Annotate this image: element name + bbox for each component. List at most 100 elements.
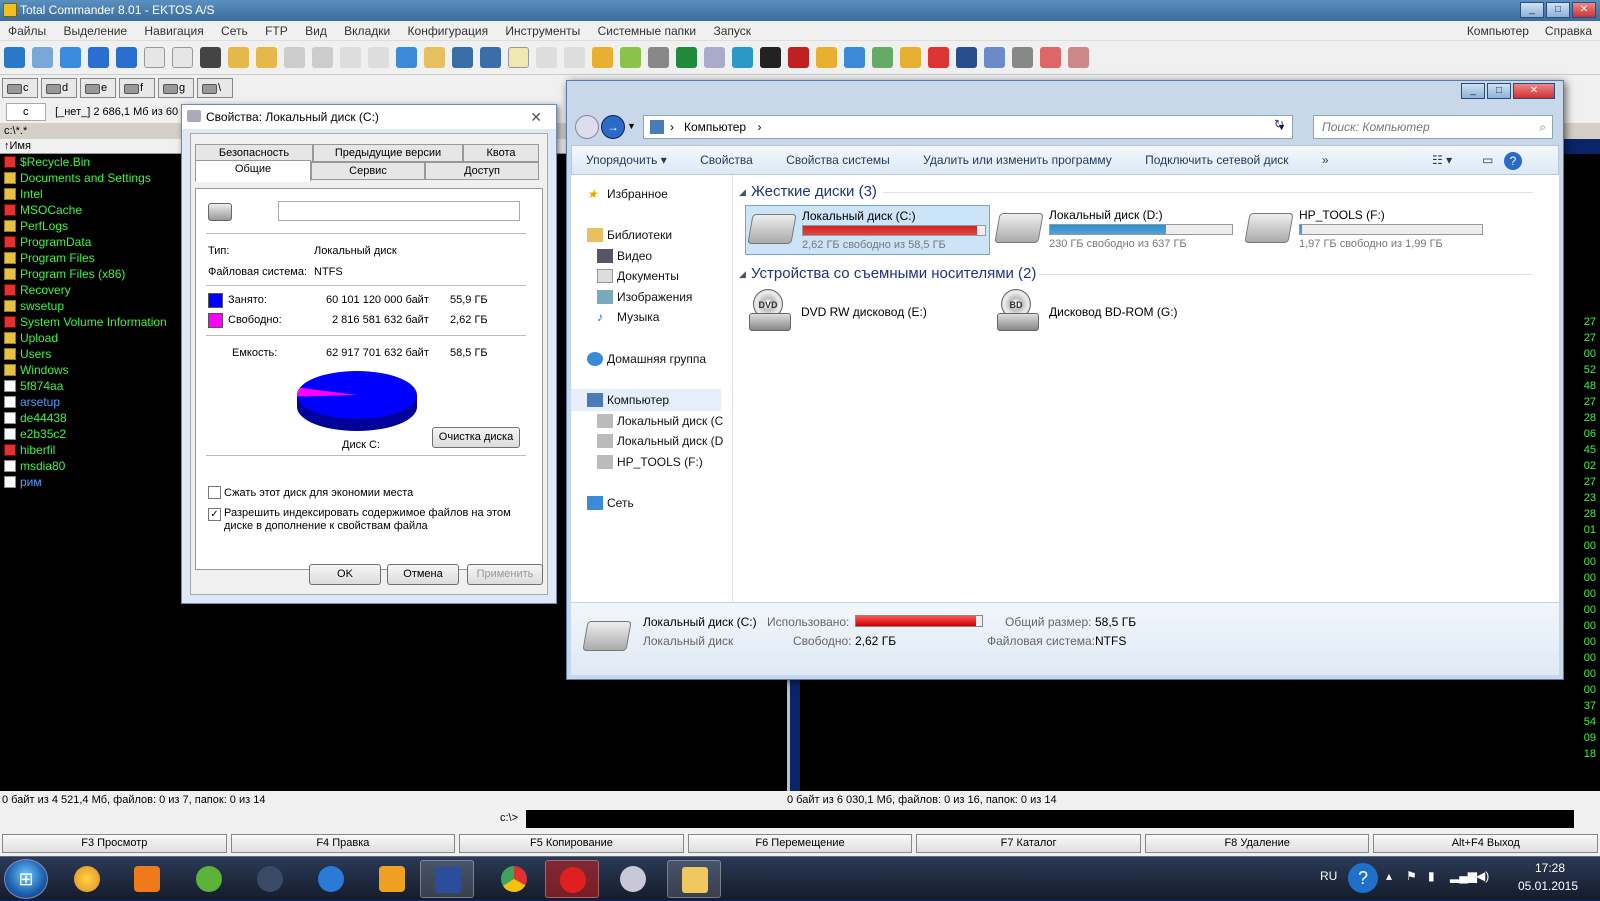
uninstall-program-button[interactable]: Удалить или изменить программу <box>923 153 1112 167</box>
drive-f-button[interactable]: f <box>119 78 155 98</box>
f5-copy-button[interactable]: F5 Копирование <box>459 834 684 853</box>
forward-icon[interactable]: → <box>601 115 625 139</box>
archive-icon[interactable] <box>256 47 277 68</box>
tab-service[interactable]: Сервис <box>311 162 425 180</box>
more-commands-button[interactable]: » <box>1322 153 1329 167</box>
pen-icon[interactable] <box>1012 47 1033 68</box>
taskbar-app-aimp[interactable] <box>365 860 419 898</box>
help-icon[interactable]: ? <box>1504 152 1522 170</box>
collapse-icon[interactable]: ◢ <box>739 187 746 198</box>
pack-icon[interactable] <box>200 47 221 68</box>
power-icon[interactable]: ▮ <box>1428 869 1435 883</box>
nav-favorites[interactable]: ★ Избранное <box>587 187 668 201</box>
menu-system-folders[interactable]: Системные папки <box>598 24 697 38</box>
terminal-icon[interactable] <box>760 47 781 68</box>
nav-libraries[interactable]: Библиотеки <box>587 228 672 242</box>
notepad-icon[interactable] <box>508 47 529 68</box>
tab-previous-versions[interactable]: Предыдущие версии <box>313 144 463 162</box>
drive-tile-g[interactable]: BD Дисковод BD-ROM (G:) <box>993 289 1238 339</box>
f7-mkdir-button[interactable]: F7 Каталог <box>916 834 1141 853</box>
drive-g-button[interactable]: g <box>158 78 194 98</box>
system-properties-button[interactable]: Свойства системы <box>786 153 890 167</box>
nav-documents[interactable]: Документы <box>597 269 679 283</box>
view-options-icon[interactable]: ☷ ▾ <box>1432 146 1452 174</box>
sync-icon[interactable] <box>60 47 81 68</box>
taskbar-app-chrome-style[interactable] <box>60 860 114 898</box>
menu-files[interactable]: Файлы <box>8 24 46 38</box>
drive-combo[interactable]: c <box>6 103 46 121</box>
drive-c-button[interactable]: c <box>2 78 38 98</box>
nav-drive-d[interactable]: Локальный диск (D <box>597 434 723 448</box>
f4-edit-button[interactable]: F4 Правка <box>230 834 456 853</box>
properties-button[interactable]: Свойства <box>700 153 753 167</box>
ftp-icon[interactable] <box>452 47 473 68</box>
menu-tabs[interactable]: Вкладки <box>344 24 390 38</box>
taskbar-app-steam[interactable] <box>243 860 297 898</box>
compare-icon[interactable] <box>424 47 445 68</box>
history-dropdown-icon[interactable]: ▼ <box>627 121 636 131</box>
drive-tile-c[interactable]: Локальный диск (C:) 2,62 ГБ свободно из … <box>745 205 990 255</box>
start-button[interactable]: ⊞ <box>4 859 48 899</box>
drive-e-button[interactable]: e <box>80 78 116 98</box>
calculator-icon[interactable] <box>704 47 725 68</box>
gear-icon[interactable] <box>844 47 865 68</box>
unpack-icon[interactable] <box>228 47 249 68</box>
menu-help[interactable]: Справка <box>1545 21 1592 41</box>
f6-move-button[interactable]: F6 Перемещение <box>687 834 913 853</box>
minimize-button[interactable]: _ <box>1520 2 1544 18</box>
menu-selection[interactable]: Выделение <box>63 24 127 38</box>
tab-quota[interactable]: Квота <box>463 144 539 162</box>
music-icon[interactable] <box>900 47 921 68</box>
nav-drive-c[interactable]: Локальный диск (C <box>597 414 723 428</box>
list-view-icon[interactable] <box>284 47 305 68</box>
menu-configuration[interactable]: Конфигурация <box>408 24 489 38</box>
close-button[interactable]: ✕ <box>1572 2 1596 18</box>
taskbar-app-opera[interactable] <box>545 860 599 898</box>
nav-homegroup[interactable]: Домашняя группа <box>587 352 706 366</box>
menu-navigation[interactable]: Навигация <box>144 24 203 38</box>
tab-sharing[interactable]: Доступ <box>425 162 539 180</box>
compress-checkbox[interactable] <box>208 486 221 499</box>
taskbar-app-paint[interactable] <box>606 860 660 898</box>
taskbar-app-flash[interactable] <box>304 860 358 898</box>
taskbar-app-explorer[interactable] <box>667 860 721 898</box>
organize-button[interactable]: Упорядочить ▾ <box>586 153 667 167</box>
new-file-icon[interactable] <box>144 47 165 68</box>
disk-cleanup-button[interactable]: Очистка диска <box>432 427 520 448</box>
menu-network[interactable]: Сеть <box>221 24 248 38</box>
key-icon[interactable] <box>592 47 613 68</box>
tree-icon[interactable] <box>32 47 53 68</box>
breadcrumb-chevron-icon[interactable]: › <box>757 120 761 134</box>
brush-icon[interactable] <box>816 47 837 68</box>
group-removable[interactable]: Устройства со съемными носителями (2) <box>751 265 1036 282</box>
maximize-button[interactable]: □ <box>1546 2 1570 18</box>
tree-sync-icon[interactable] <box>620 47 641 68</box>
altf4-exit-button[interactable]: Alt+F4 Выход <box>1373 834 1599 853</box>
menu-computer[interactable]: Компьютер <box>1467 21 1529 41</box>
maximize-button[interactable]: □ <box>1487 83 1511 99</box>
back-icon[interactable] <box>575 115 599 139</box>
refresh-icon[interactable]: ↻ <box>1269 117 1289 137</box>
menu-launch[interactable]: Запуск <box>713 24 751 38</box>
cmd-icon[interactable] <box>956 47 977 68</box>
f3-view-button[interactable]: F3 Просмотр <box>2 834 227 853</box>
minimize-button[interactable]: _ <box>1461 83 1485 99</box>
chevron-down-icon[interactable]: ▼ <box>1555 812 1565 823</box>
nav-music[interactable]: ♪ Музыка <box>597 310 659 324</box>
refresh-icon[interactable] <box>4 47 25 68</box>
breadcrumb-chevron-icon[interactable]: › <box>670 116 674 138</box>
volume-label-input[interactable] <box>278 201 520 221</box>
volume-icon[interactable]: ◀) <box>1476 869 1489 883</box>
taskbar-app-utorrent[interactable] <box>182 860 236 898</box>
taskbar-app-total-commander[interactable] <box>420 860 474 898</box>
command-line-input[interactable] <box>526 810 1574 828</box>
map-network-drive-button[interactable]: Подключить сетевой диск <box>1145 153 1288 167</box>
back-icon[interactable] <box>88 47 109 68</box>
bug-icon[interactable] <box>788 47 809 68</box>
cancel-button[interactable]: Отмена <box>387 564 459 585</box>
disk-icon[interactable] <box>732 47 753 68</box>
tab-general[interactable]: Общие <box>195 160 311 182</box>
index-checkbox[interactable]: ✓ <box>208 508 221 521</box>
search-icon[interactable] <box>536 47 557 68</box>
group-hard-disks[interactable]: Жесткие диски (3) <box>751 183 877 200</box>
